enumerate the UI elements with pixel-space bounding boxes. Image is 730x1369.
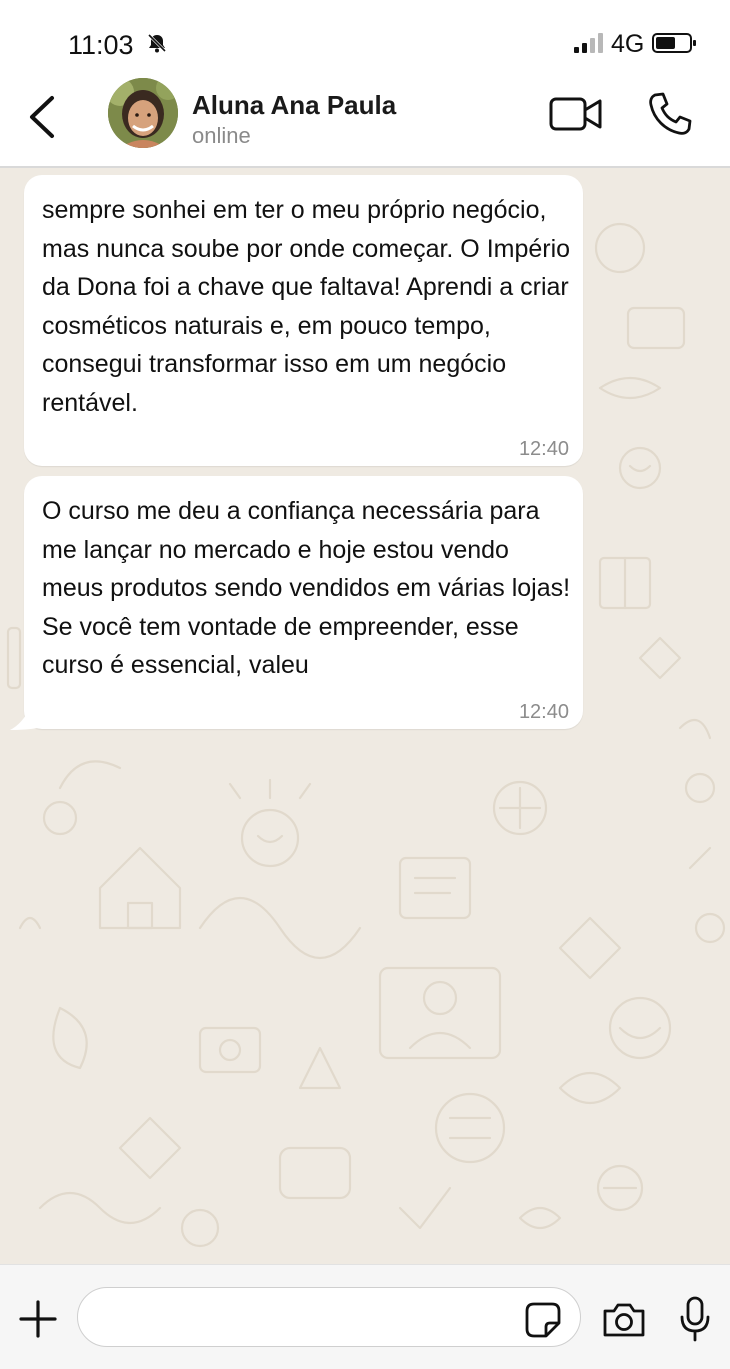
back-icon[interactable] bbox=[22, 90, 66, 140]
network-label: 4G bbox=[611, 30, 645, 58]
chat-area[interactable]: sempre sonhei em ter o meu próprio negóc… bbox=[0, 168, 730, 1264]
battery-icon bbox=[652, 33, 696, 53]
message-input[interactable] bbox=[77, 1287, 581, 1347]
input-bar bbox=[0, 1264, 730, 1369]
message-bubble[interactable]: O curso me deu a confiança necessária pa… bbox=[24, 476, 583, 729]
avatar-image bbox=[108, 78, 178, 148]
message-time: 12:40 bbox=[518, 701, 569, 723]
message-text: sempre sonhei em ter o meu próprio negóc… bbox=[42, 196, 571, 417]
contact-name[interactable]: Aluna Ana Paula bbox=[192, 90, 396, 121]
phone-icon[interactable] bbox=[646, 90, 694, 138]
bubble-tail bbox=[10, 708, 38, 730]
contact-status: online bbox=[192, 123, 251, 148]
plus-icon[interactable] bbox=[18, 1299, 58, 1339]
camera-icon[interactable] bbox=[601, 1301, 647, 1339]
signal-icon bbox=[574, 33, 603, 53]
mic-icon[interactable] bbox=[678, 1295, 712, 1343]
message-bubble[interactable]: sempre sonhei em ter o meu próprio negóc… bbox=[24, 175, 583, 466]
status-time: 11:03 bbox=[68, 30, 134, 60]
video-icon[interactable] bbox=[548, 92, 604, 136]
sticker-icon[interactable] bbox=[524, 1301, 562, 1339]
avatar[interactable] bbox=[108, 78, 178, 148]
message-time: 12:40 bbox=[518, 438, 569, 460]
status-bar: 11:03 4G bbox=[0, 0, 730, 80]
bell-muted-icon bbox=[147, 33, 167, 53]
chat-header: Aluna Ana Paula online bbox=[0, 78, 730, 168]
message-text: O curso me deu a confiança necessária pa… bbox=[42, 497, 571, 680]
